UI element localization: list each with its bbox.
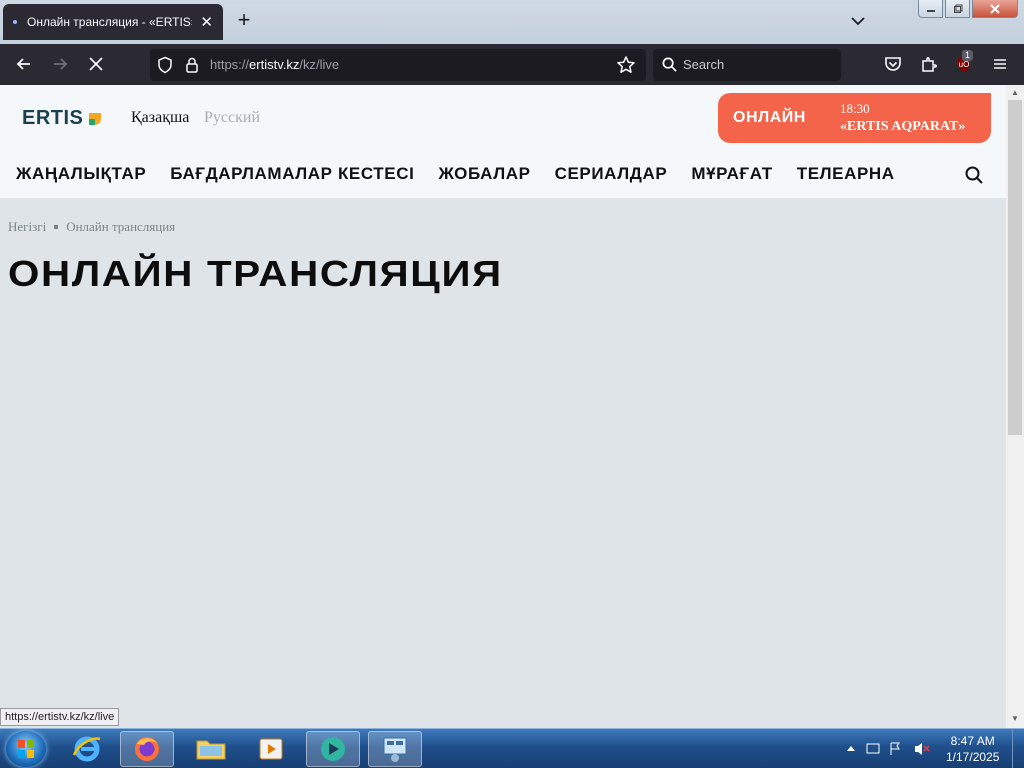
minimize-icon (926, 9, 935, 12)
tab-strip: Онлайн трансляция - «ERTIS» ✕ + (0, 0, 1024, 44)
live-show-title: «ERTIS AQPARAT» (840, 119, 966, 134)
page-title: ОНЛАЙН ТРАНСЛЯЦИЯ (8, 253, 503, 294)
tab-title: Онлайн трансляция - «ERTIS» (27, 15, 193, 29)
live-label: ОНЛАЙН (733, 109, 806, 126)
nav-item-projects[interactable]: ЖОБАЛАР (438, 164, 530, 184)
browser-tab[interactable]: Онлайн трансляция - «ERTIS» ✕ (3, 4, 223, 40)
stop-loading-icon[interactable] (86, 54, 106, 74)
language-kazakh[interactable]: Қазақша (131, 109, 189, 127)
close-icon (990, 3, 1000, 14)
site-search-icon[interactable] (964, 165, 984, 185)
breadcrumb-current: Онлайн трансляция (66, 219, 176, 234)
nav-item-news[interactable]: ЖАҢАЛЫҚТАР (16, 164, 146, 184)
show-hidden-icons-icon[interactable] (847, 746, 855, 751)
live-broadcast-banner[interactable]: ОНЛАЙН 18:30 «ERTIS AQPARAT» (718, 93, 991, 143)
network-icon[interactable] (866, 743, 880, 754)
site-header: ERTIS Қазақша Русский ОНЛАЙН 18:30 «ERTI… (0, 85, 1006, 198)
address-bar[interactable]: https://ertistv.kz/kz/live (150, 49, 646, 81)
tracking-protection-shield-icon[interactable] (156, 56, 174, 74)
scroll-down-arrow-icon[interactable]: ▼ (1008, 712, 1022, 726)
windows-logo-icon (18, 740, 34, 758)
restore-icon (953, 4, 962, 13)
search-placeholder: Search (683, 57, 725, 72)
url-text[interactable]: https://ertistv.kz/kz/live (210, 57, 339, 72)
action-center-flag-icon[interactable] (890, 742, 900, 755)
padlock-icon[interactable] (183, 56, 201, 74)
nav-item-archive[interactable]: МҰРАҒАТ (691, 164, 772, 184)
control-panel-icon (383, 737, 407, 762)
forward-arrow-icon[interactable] (50, 54, 70, 74)
nav-item-series[interactable]: СЕРИАЛДАР (555, 164, 668, 184)
svg-text:uO: uO (959, 60, 970, 69)
extensions-puzzle-icon[interactable] (919, 54, 939, 74)
search-icon (662, 57, 677, 72)
pocket-icon[interactable] (883, 54, 903, 74)
nav-item-channel[interactable]: ТЕЛЕАРНА (797, 164, 895, 184)
clock-date: 1/17/2025 (946, 750, 1000, 764)
taskbar-control-panel[interactable] (368, 731, 422, 767)
taskbar-internet-explorer[interactable] (60, 731, 114, 767)
system-tray (845, 741, 935, 760)
url-path: /kz/live (299, 57, 340, 72)
speaker-muted-icon[interactable] (915, 743, 922, 755)
scroll-up-arrow-icon[interactable]: ▲ (1008, 86, 1022, 100)
start-button[interactable] (6, 731, 46, 767)
back-arrow-icon[interactable] (14, 54, 34, 74)
new-tab-button[interactable]: + (232, 9, 256, 33)
language-russian[interactable]: Русский (204, 109, 260, 127)
breadcrumb-home[interactable]: Негізгі (8, 219, 46, 235)
clock-time: 8:47 AM (950, 734, 995, 748)
folder-icon (196, 740, 226, 760)
search-box[interactable]: Search (653, 49, 841, 81)
scrollbar-thumb[interactable] (1008, 100, 1022, 435)
minimize-button[interactable] (918, 0, 943, 18)
breadcrumb-separator (54, 225, 59, 229)
close-window-button[interactable] (972, 0, 1018, 18)
list-all-tabs-icon[interactable] (848, 11, 868, 31)
show-desktop-button[interactable] (1012, 729, 1024, 768)
live-show-time: 18:30 (840, 101, 870, 116)
hamburger-menu-icon[interactable] (990, 54, 1010, 74)
loading-indicator-icon (13, 20, 17, 24)
url-host: ertistv.kz (249, 57, 300, 72)
link-status-tooltip: https://ertistv.kz/kz/live (0, 708, 120, 726)
bookmark-star-icon[interactable] (616, 55, 636, 75)
windows-taskbar: 8:47 AM 1/17/2025 (0, 728, 1024, 768)
restore-button[interactable] (945, 0, 970, 18)
media-player-icon (259, 738, 283, 760)
web-page: ERTIS Қазақша Русский ОНЛАЙН 18:30 «ERTI… (0, 85, 1006, 728)
nav-item-schedule[interactable]: БАҒДАРЛАМАЛАР КЕСТЕСІ (170, 164, 414, 184)
extension-badge: 1 (962, 50, 974, 61)
window-controls (918, 0, 1018, 19)
url-scheme: https:// (210, 57, 250, 72)
taskbar-firefox[interactable] (120, 731, 174, 767)
tray-icons (847, 742, 930, 755)
main-navigation: ЖАҢАЛЫҚТАР БАҒДАРЛАМАЛАР КЕСТЕСІ ЖОБАЛАР… (16, 164, 895, 184)
taskbar-media-player[interactable] (244, 731, 298, 767)
green-app-icon (321, 737, 345, 761)
taskbar-clock[interactable]: 8:47 AM 1/17/2025 (946, 733, 999, 765)
close-tab-icon[interactable]: ✕ (200, 13, 213, 31)
breadcrumb: Негізгі Онлайн трансляция (8, 219, 175, 235)
site-logo[interactable]: ERTIS (22, 107, 103, 130)
taskbar-app-green[interactable] (306, 731, 360, 767)
logo-text: ERTIS (22, 107, 84, 129)
internet-explorer-icon (72, 736, 101, 762)
logo-mark-icon (89, 112, 102, 125)
taskbar-file-explorer[interactable] (184, 731, 238, 767)
firefox-icon (135, 737, 159, 761)
